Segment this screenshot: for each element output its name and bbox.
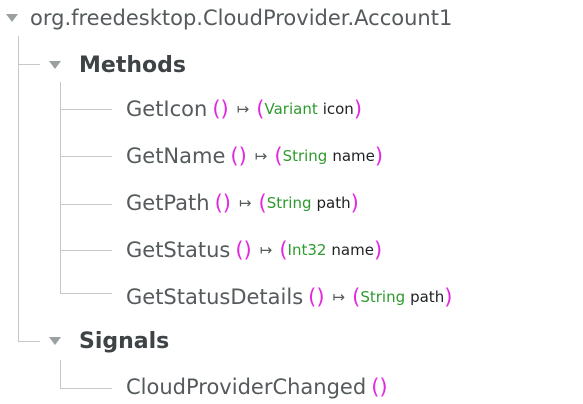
maps-to-icon: ↦ bbox=[236, 100, 250, 118]
methods-group-label: Methods bbox=[79, 52, 186, 78]
tree-line-root bbox=[18, 36, 19, 341]
tree-line-methods-children bbox=[60, 82, 61, 293]
return-name: path bbox=[410, 288, 445, 306]
method-row[interactable]: GetStatus () ↦ ( Int32 name ) bbox=[126, 233, 382, 267]
method-params: () bbox=[308, 285, 325, 309]
method-name: GetIcon bbox=[126, 97, 208, 121]
tree-line-m4 bbox=[60, 250, 112, 251]
tree-line-m1 bbox=[60, 109, 112, 110]
return-open-paren: ( bbox=[258, 191, 267, 215]
return-close-paren: ) bbox=[374, 144, 384, 168]
maps-to-icon: ↦ bbox=[259, 241, 273, 259]
expander-triangle-down-icon[interactable] bbox=[49, 61, 61, 69]
tree-line-m2 bbox=[60, 156, 112, 157]
method-name: GetName bbox=[126, 144, 226, 168]
return-open-paren: ( bbox=[274, 144, 283, 168]
method-params: () bbox=[212, 97, 229, 121]
tree-line-m5 bbox=[60, 293, 112, 294]
method-row[interactable]: GetStatusDetails () ↦ ( String path ) bbox=[126, 280, 452, 314]
return-type: Int32 bbox=[287, 241, 327, 259]
method-name: GetPath bbox=[126, 191, 210, 215]
return-open-paren: ( bbox=[279, 238, 288, 262]
return-name: icon bbox=[322, 100, 354, 118]
return-type: Variant bbox=[264, 100, 318, 118]
return-open-paren: ( bbox=[256, 97, 265, 121]
methods-group-row[interactable]: Methods bbox=[49, 48, 186, 82]
return-name: name bbox=[332, 147, 375, 165]
tree-line-s1 bbox=[60, 388, 112, 389]
method-row[interactable]: GetPath () ↦ ( String path ) bbox=[126, 186, 359, 220]
signals-group-label: Signals bbox=[79, 328, 170, 354]
interface-row[interactable]: org.freedesktop.CloudProvider.Account1 bbox=[6, 1, 452, 35]
return-close-paren: ) bbox=[353, 97, 363, 121]
return-close-paren: ) bbox=[444, 285, 453, 309]
tree-line-methods-top bbox=[18, 64, 40, 65]
method-params: () bbox=[214, 191, 231, 215]
signal-row[interactable]: CloudProviderChanged () bbox=[126, 370, 388, 404]
maps-to-icon: ↦ bbox=[254, 147, 268, 165]
return-type: String bbox=[266, 194, 312, 212]
return-type: String bbox=[282, 147, 328, 165]
return-open-paren: ( bbox=[352, 285, 361, 309]
return-close-paren: ) bbox=[373, 238, 383, 262]
return-close-paren: ) bbox=[350, 191, 359, 215]
signal-name: CloudProviderChanged bbox=[126, 375, 367, 399]
method-row[interactable]: GetIcon () ↦ ( Variant icon ) bbox=[126, 92, 362, 126]
return-name: name bbox=[331, 241, 374, 259]
expander-triangle-down-icon[interactable] bbox=[49, 337, 61, 345]
signals-group-row[interactable]: Signals bbox=[49, 324, 169, 358]
signal-params: () bbox=[371, 375, 388, 399]
method-params: () bbox=[230, 144, 247, 168]
method-name: GetStatus bbox=[126, 238, 231, 262]
return-name: path bbox=[316, 194, 351, 212]
method-params: () bbox=[235, 238, 252, 262]
tree-line-m3 bbox=[60, 204, 112, 205]
method-row[interactable]: GetName () ↦ ( String name ) bbox=[126, 139, 383, 173]
return-type: String bbox=[360, 288, 406, 306]
tree-line-methods bbox=[18, 341, 40, 342]
dbus-tree-view: org.freedesktop.CloudProvider.Account1 M… bbox=[0, 0, 583, 402]
tree-line-signals-children bbox=[60, 360, 61, 388]
method-name: GetStatusDetails bbox=[126, 285, 304, 309]
interface-label: org.freedesktop.CloudProvider.Account1 bbox=[30, 6, 453, 30]
maps-to-icon: ↦ bbox=[332, 288, 346, 306]
expander-triangle-down-icon[interactable] bbox=[6, 14, 18, 22]
maps-to-icon: ↦ bbox=[238, 194, 252, 212]
